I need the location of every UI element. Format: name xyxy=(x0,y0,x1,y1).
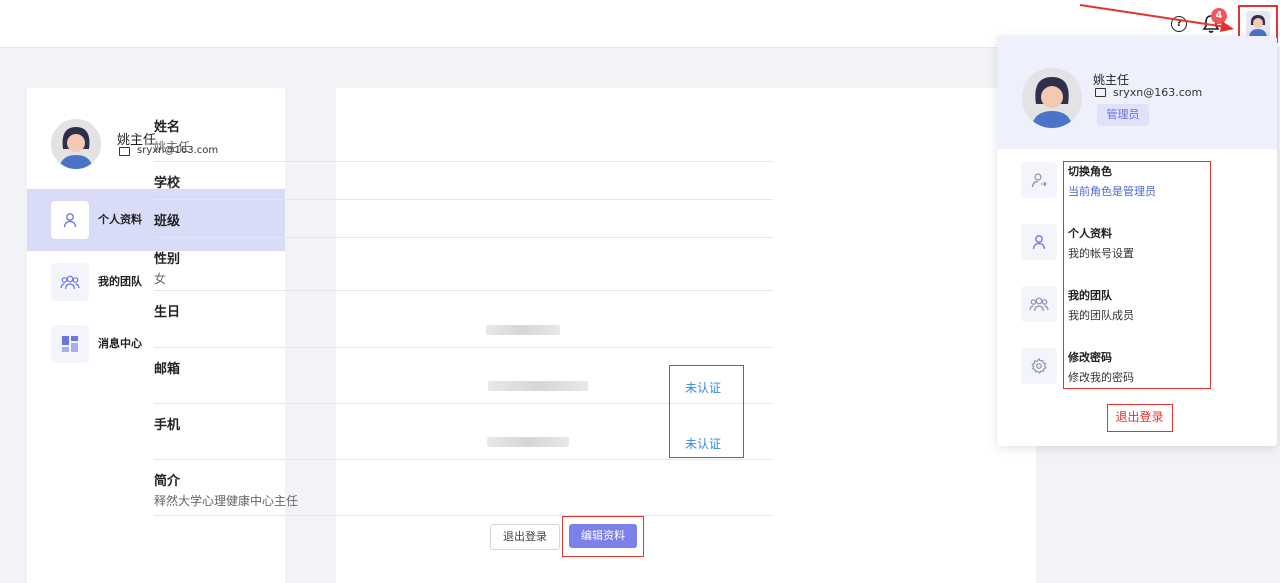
team-icon xyxy=(51,263,89,301)
sidebar-item-label: 我的团队 xyxy=(98,275,142,288)
avatar xyxy=(1246,11,1270,37)
switch-role-icon xyxy=(1021,162,1057,198)
avatar xyxy=(1022,68,1082,128)
team-icon xyxy=(1021,286,1057,322)
field-label: 班级 xyxy=(154,214,181,229)
field-label: 简介 xyxy=(154,474,181,489)
dropdown-header: 姚主任 sryxn@163.com 管理员 xyxy=(997,36,1277,149)
user-icon xyxy=(51,201,89,239)
mail-icon xyxy=(1095,88,1106,97)
sidebar-item-label: 个人资料 xyxy=(98,213,142,226)
help-icon[interactable]: ? xyxy=(1171,16,1187,32)
field-label: 姓名 xyxy=(154,120,181,135)
field-label: 学校 xyxy=(154,176,181,191)
gear-icon xyxy=(1021,348,1057,384)
field-label: 性别 xyxy=(154,252,181,267)
field-value: 女 xyxy=(154,272,167,286)
dropdown-email: sryxn@163.com xyxy=(1113,86,1203,99)
dropdown-logout-button[interactable]: 退出登录 xyxy=(1108,405,1171,430)
field-value: 姚主任 xyxy=(154,140,191,154)
logout-button[interactable]: 退出登录 xyxy=(490,524,560,550)
annotation-box: 编辑资料 xyxy=(562,516,644,557)
message-grid-icon xyxy=(51,325,89,363)
field-name: 姓名 姚主任 xyxy=(154,116,773,162)
user-dropdown-menu: 姚主任 sryxn@163.com 管理员 切换角色 当前角色是管理员 个人资料… xyxy=(997,36,1277,446)
mail-icon xyxy=(119,147,130,156)
field-class: 班级 xyxy=(154,210,773,238)
annotation-box xyxy=(1063,161,1211,389)
field-label: 生日 xyxy=(154,305,181,320)
notification-badge: 4 xyxy=(1211,8,1227,24)
field-bio: 简介 释然大学心理健康中心主任 xyxy=(154,470,773,516)
field-school: 学校 xyxy=(154,172,773,200)
edit-profile-button[interactable]: 编辑资料 xyxy=(569,524,637,548)
field-gender: 性别 女 xyxy=(154,248,773,291)
redacted-value xyxy=(487,437,569,447)
field-value: 释然大学心理健康中心主任 xyxy=(154,494,299,508)
annotation-box: 退出登录 xyxy=(1107,404,1173,432)
field-birthday: 生日 xyxy=(154,301,773,348)
phone-verify-link[interactable]: 未认证 xyxy=(685,435,721,452)
sidebar-item-label: 消息中心 xyxy=(98,337,142,350)
role-badge: 管理员 xyxy=(1097,104,1149,126)
redacted-value xyxy=(488,381,588,391)
email-verify-link[interactable]: 未认证 xyxy=(685,379,721,396)
user-icon xyxy=(1021,224,1057,260)
redacted-value xyxy=(486,325,560,335)
avatar xyxy=(51,119,101,169)
